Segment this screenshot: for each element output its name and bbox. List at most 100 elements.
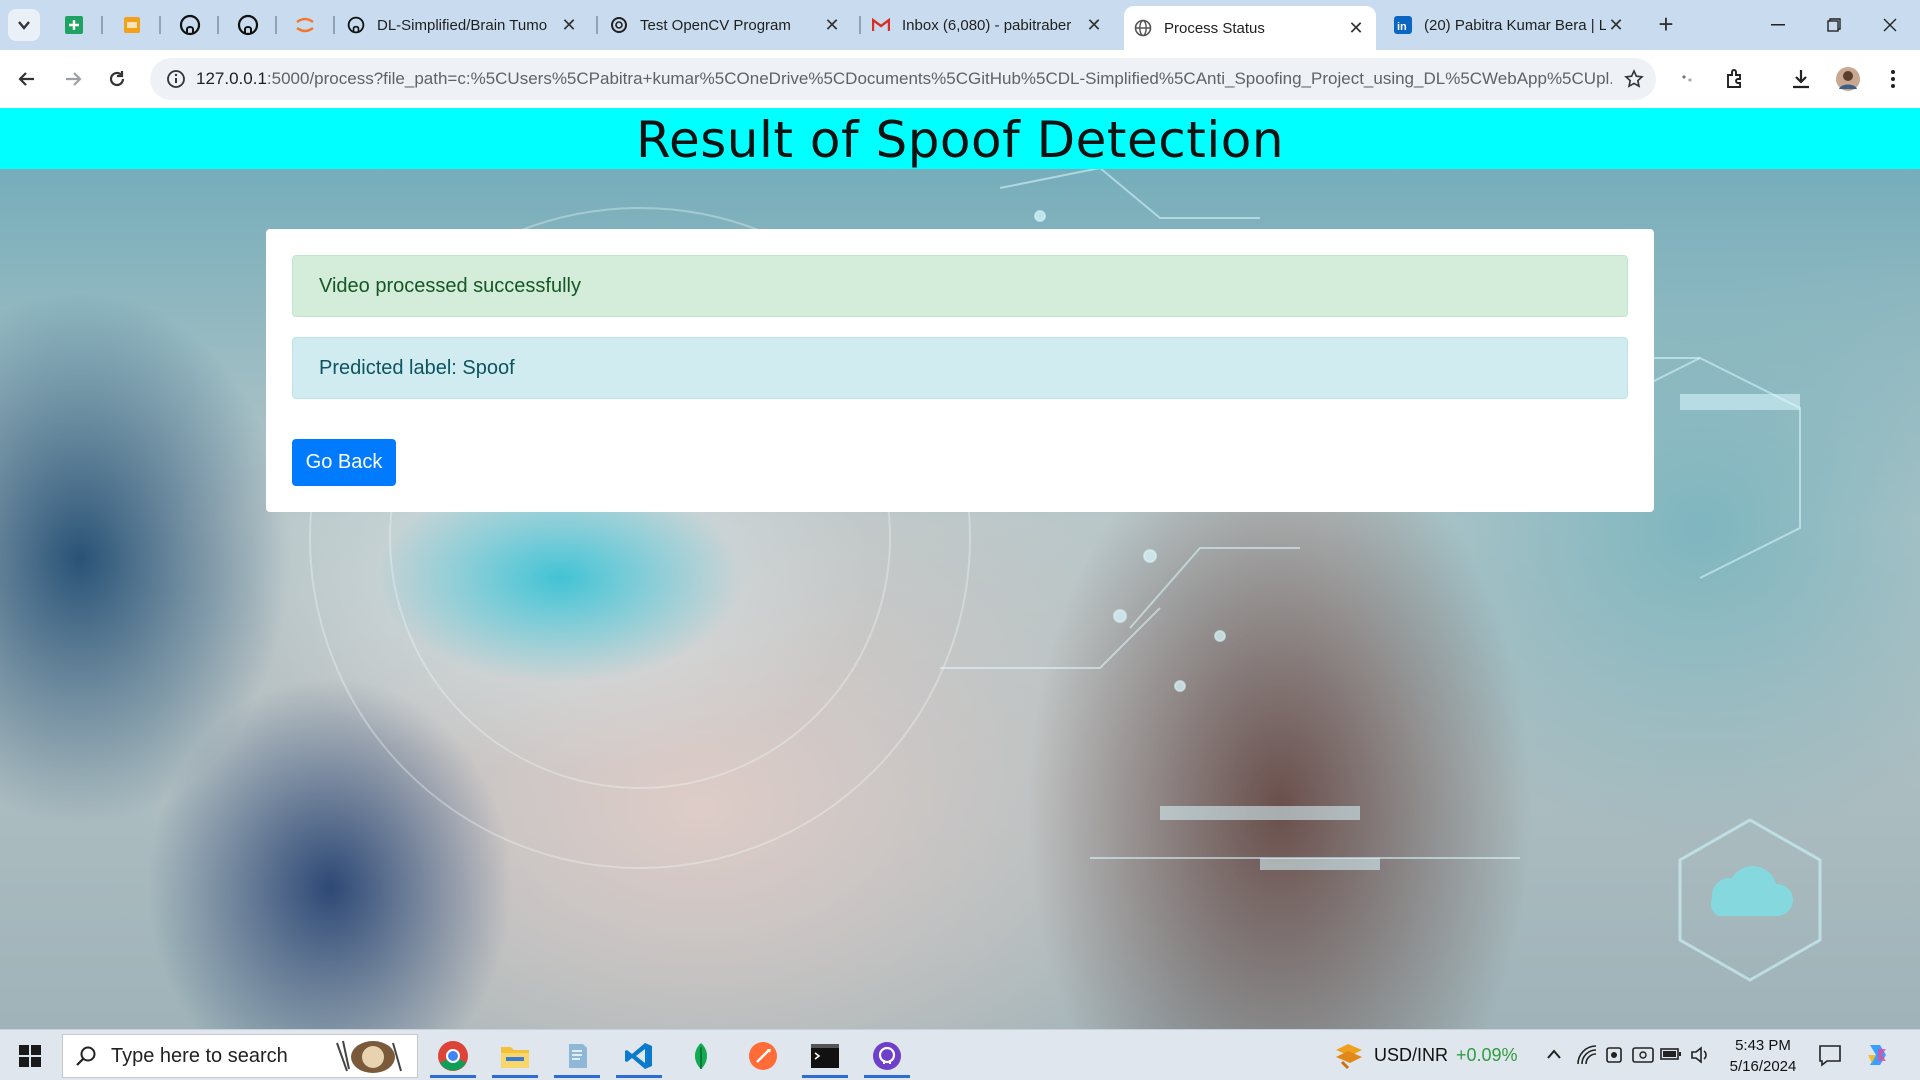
url-path: :5000/process?file_path=c:%5CUsers%5CPab… — [266, 69, 1612, 88]
taskbar-postman[interactable] — [734, 1033, 792, 1078]
taskbar-vscode[interactable] — [610, 1033, 668, 1078]
tab-search-button[interactable] — [8, 9, 40, 41]
taskbar-mongodb[interactable] — [672, 1033, 730, 1078]
page-title: Result of Spoof Detection — [635, 111, 1285, 169]
profile-avatar[interactable] — [1831, 62, 1865, 96]
taskbar-search-box[interactable]: Type here to search — [62, 1034, 418, 1078]
folder-icon — [501, 1046, 529, 1068]
search-icon — [76, 1046, 96, 1066]
taskbar-chrome[interactable] — [424, 1033, 482, 1078]
close-icon[interactable]: ✕ — [559, 15, 579, 36]
tab-title: Inbox (6,080) - pabitraber — [902, 16, 1072, 34]
copilot-icon[interactable] — [1864, 1041, 1892, 1069]
close-icon[interactable]: ✕ — [1346, 18, 1366, 39]
sheets-icon — [65, 16, 83, 34]
prediction-alert: Predicted label: Spoof — [292, 337, 1628, 399]
close-icon[interactable]: ✕ — [1084, 15, 1104, 36]
reload-icon — [109, 71, 125, 87]
windows-taskbar: Type here to search USD/INR +0.09% 5:43 … — [0, 1029, 1920, 1080]
tab-process-status[interactable]: Process Status ✕ — [1124, 6, 1376, 50]
extensions-puzzle-icon[interactable] — [1718, 62, 1752, 96]
tab-separator — [596, 16, 598, 34]
ticker-label[interactable]: USD/INR — [1374, 1045, 1448, 1066]
pinned-tab-sheets[interactable] — [54, 9, 94, 41]
battery-icon[interactable] — [1660, 1047, 1682, 1061]
currency-ticker-icon — [1336, 1044, 1362, 1070]
notepad-icon — [569, 1043, 587, 1068]
bookmark-star-icon[interactable] — [1612, 69, 1656, 89]
volume-icon[interactable] — [1690, 1044, 1712, 1066]
webcam-icon[interactable] — [1632, 1045, 1654, 1065]
taskbar-file-explorer[interactable] — [486, 1033, 544, 1078]
chrome-icon — [438, 1040, 468, 1071]
restore-button[interactable] — [1806, 6, 1862, 44]
pinned-tab-github-1[interactable] — [170, 9, 210, 41]
taskbar-clock[interactable]: 5:43 PM 5/16/2024 — [1718, 1035, 1808, 1077]
github-icon — [179, 14, 201, 36]
result-card: Video processed successfully Predicted l… — [266, 229, 1654, 512]
forward-button[interactable] — [56, 62, 90, 96]
url-text[interactable]: 127.0.0.1:5000/process?file_path=c:%5CUs… — [196, 69, 1612, 89]
start-button[interactable] — [8, 1038, 52, 1074]
downloads-icon[interactable] — [1784, 62, 1818, 96]
go-back-button[interactable]: Go Back — [292, 439, 396, 486]
close-icon[interactable]: ✕ — [822, 15, 842, 36]
vscode-icon — [625, 1042, 652, 1069]
tab-title: (20) Pabitra Kumar Bera | L — [1424, 16, 1606, 34]
network-icon[interactable] — [1576, 1044, 1598, 1066]
mongodb-leaf-icon — [694, 1042, 708, 1069]
success-alert: Video processed successfully — [292, 255, 1628, 317]
new-tab-button[interactable]: + — [1651, 10, 1681, 40]
menu-kebab-icon[interactable] — [1876, 62, 1910, 96]
arrow-right-icon — [66, 72, 82, 86]
tab-gmail[interactable]: Inbox (6,080) - pabitraber ✕ — [862, 6, 1114, 44]
close-icon[interactable]: ✕ — [1606, 15, 1626, 36]
terminal-icon — [811, 1043, 839, 1068]
tab-separator — [101, 16, 103, 34]
tab-separator — [159, 16, 161, 34]
meet-icon[interactable] — [1604, 1045, 1626, 1065]
minimize-button[interactable] — [1750, 6, 1806, 44]
browser-toolbar: 127.0.0.1:5000/process?file_path=c:%5CUs… — [0, 50, 1920, 108]
tab-title: Process Status — [1164, 19, 1265, 37]
tab-linkedin[interactable]: in (20) Pabitra Kumar Bera | L ✕ — [1384, 6, 1636, 44]
pinned-tab-github-2[interactable] — [228, 9, 268, 41]
windows-icon — [19, 1045, 41, 1067]
reload-button[interactable] — [100, 62, 134, 96]
tab-separator — [217, 16, 219, 34]
restore-icon — [1827, 18, 1841, 32]
github-icon — [237, 14, 259, 36]
tab-separator — [333, 16, 335, 34]
extension-loading-icon[interactable] — [1672, 62, 1706, 96]
clock-date: 5/16/2024 — [1729, 1058, 1797, 1075]
tab-opencv[interactable]: Test OpenCV Program ✕ — [600, 6, 852, 44]
arrow-left-icon — [18, 72, 34, 86]
prediction-message: Predicted label: Spoof — [319, 356, 515, 379]
close-window-button[interactable] — [1862, 6, 1918, 44]
pinned-tab-slides[interactable] — [112, 9, 152, 41]
tab-strip: DL-Simplified/Brain Tumo ✕ Test OpenCV P… — [0, 0, 1920, 50]
github-desktop-icon — [873, 1041, 901, 1070]
tab-brain-tumor[interactable]: DL-Simplified/Brain Tumo ✕ — [337, 6, 589, 44]
notifications-icon[interactable] — [1818, 1043, 1842, 1067]
search-highlight-icon — [336, 1040, 402, 1073]
taskbar-github-desktop[interactable] — [858, 1033, 916, 1078]
taskbar-notepad[interactable] — [548, 1033, 606, 1078]
tab-title: DL-Simplified/Brain Tumo — [377, 16, 548, 34]
chevron-up-icon[interactable] — [1546, 1048, 1562, 1060]
tab-separator — [275, 16, 277, 34]
site-info-icon[interactable] — [156, 69, 196, 89]
web-page: Result of Spoof Detection Video processe… — [0, 108, 1920, 1029]
jupyter-icon — [296, 17, 314, 33]
slides-icon — [124, 17, 140, 33]
taskbar-terminal[interactable] — [796, 1033, 854, 1078]
chevron-down-icon — [18, 21, 30, 30]
pinned-tab-jupyter[interactable] — [285, 9, 325, 41]
url-host: 127.0.0.1 — [196, 69, 267, 88]
gmail-icon — [872, 16, 890, 34]
back-button[interactable] — [10, 62, 44, 96]
globe-icon — [1134, 19, 1152, 37]
ticker-change[interactable]: +0.09% — [1456, 1045, 1518, 1066]
success-message: Video processed successfully — [319, 274, 581, 297]
address-bar[interactable]: 127.0.0.1:5000/process?file_path=c:%5CUs… — [150, 58, 1656, 100]
